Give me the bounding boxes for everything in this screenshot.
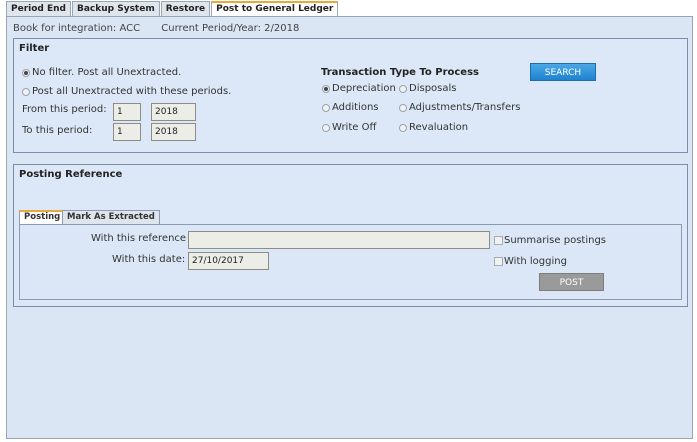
radio-revaluation-label: Revaluation [409,122,469,133]
tab-backup-system[interactable]: Backup System [71,1,160,16]
checkbox-unchecked-icon [494,257,503,266]
radio-additions-label: Additions [332,102,379,113]
post-button[interactable]: POST [539,273,604,291]
radio-post-with-periods[interactable]: Post all Unextracted with these periods. [22,86,231,97]
radio-unselected-icon [399,84,407,93]
radio-selected-icon [322,84,330,93]
radio-unselected-icon [399,103,407,112]
radio-depreciation-label: Depreciation [332,83,396,94]
radio-disposals-label: Disposals [409,83,457,94]
radio-no-filter[interactable]: No filter. Post all Unextracted. [22,67,181,78]
tab-restore[interactable]: Restore [160,1,211,16]
radio-unselected-icon [22,87,30,96]
date-label: With this date: [112,254,186,265]
date-input[interactable]: 27/10/2017 [188,252,269,270]
radio-adjustments-transfers[interactable]: Adjustments/Transfers [399,102,520,113]
filter-title: Filter [19,43,50,54]
to-period-label: To this period: [22,125,93,136]
radio-post-with-periods-label: Post all Unextracted with these periods. [32,86,232,97]
from-period-label: From this period: [22,104,107,115]
radio-disposals[interactable]: Disposals [399,83,456,94]
radio-unselected-icon [322,103,330,112]
radio-selected-icon [22,68,30,77]
with-logging-checkbox[interactable]: With logging [494,256,567,267]
tab-period-end[interactable]: Period End [6,1,71,16]
to-year-input[interactable]: 2018 [151,123,196,141]
search-button[interactable]: SEARCH [530,63,596,81]
main-tabbar: Period End Backup System Restore Post to… [6,1,339,16]
tab-post-to-general-ledger[interactable]: Post to General Ledger [211,1,339,16]
tab-posting[interactable]: Posting [19,210,66,224]
radio-unselected-icon [322,123,330,132]
radio-adjustments-transfers-label: Adjustments/Transfers [409,102,521,113]
reference-label: With this reference [91,233,187,244]
book-for-integration: Book for integration: ACC [13,23,141,34]
posting-reference-title: Posting Reference [19,169,123,180]
reference-input[interactable] [188,231,490,249]
radio-depreciation[interactable]: Depreciation [322,83,396,94]
checkbox-unchecked-icon [494,236,503,245]
radio-revaluation[interactable]: Revaluation [399,122,468,133]
current-period-year: Current Period/Year: 2/2018 [161,23,300,34]
to-period-input[interactable]: 1 [113,123,141,141]
integration-info: Book for integration: ACC Current Period… [13,23,317,34]
radio-write-off[interactable]: Write Off [322,122,376,133]
radio-unselected-icon [399,123,407,132]
summarise-postings-checkbox[interactable]: Summarise postings [494,235,606,246]
from-period-input[interactable]: 1 [113,103,141,121]
radio-additions[interactable]: Additions [322,102,379,113]
with-logging-label: With logging [504,256,567,267]
summarise-postings-label: Summarise postings [504,235,606,246]
radio-no-filter-label: No filter. Post all Unextracted. [32,67,182,78]
tab-mark-as-extracted[interactable]: Mark As Extracted [62,210,160,224]
transaction-type-title: Transaction Type To Process [321,67,479,78]
radio-write-off-label: Write Off [332,122,377,133]
from-year-input[interactable]: 2018 [151,103,196,121]
